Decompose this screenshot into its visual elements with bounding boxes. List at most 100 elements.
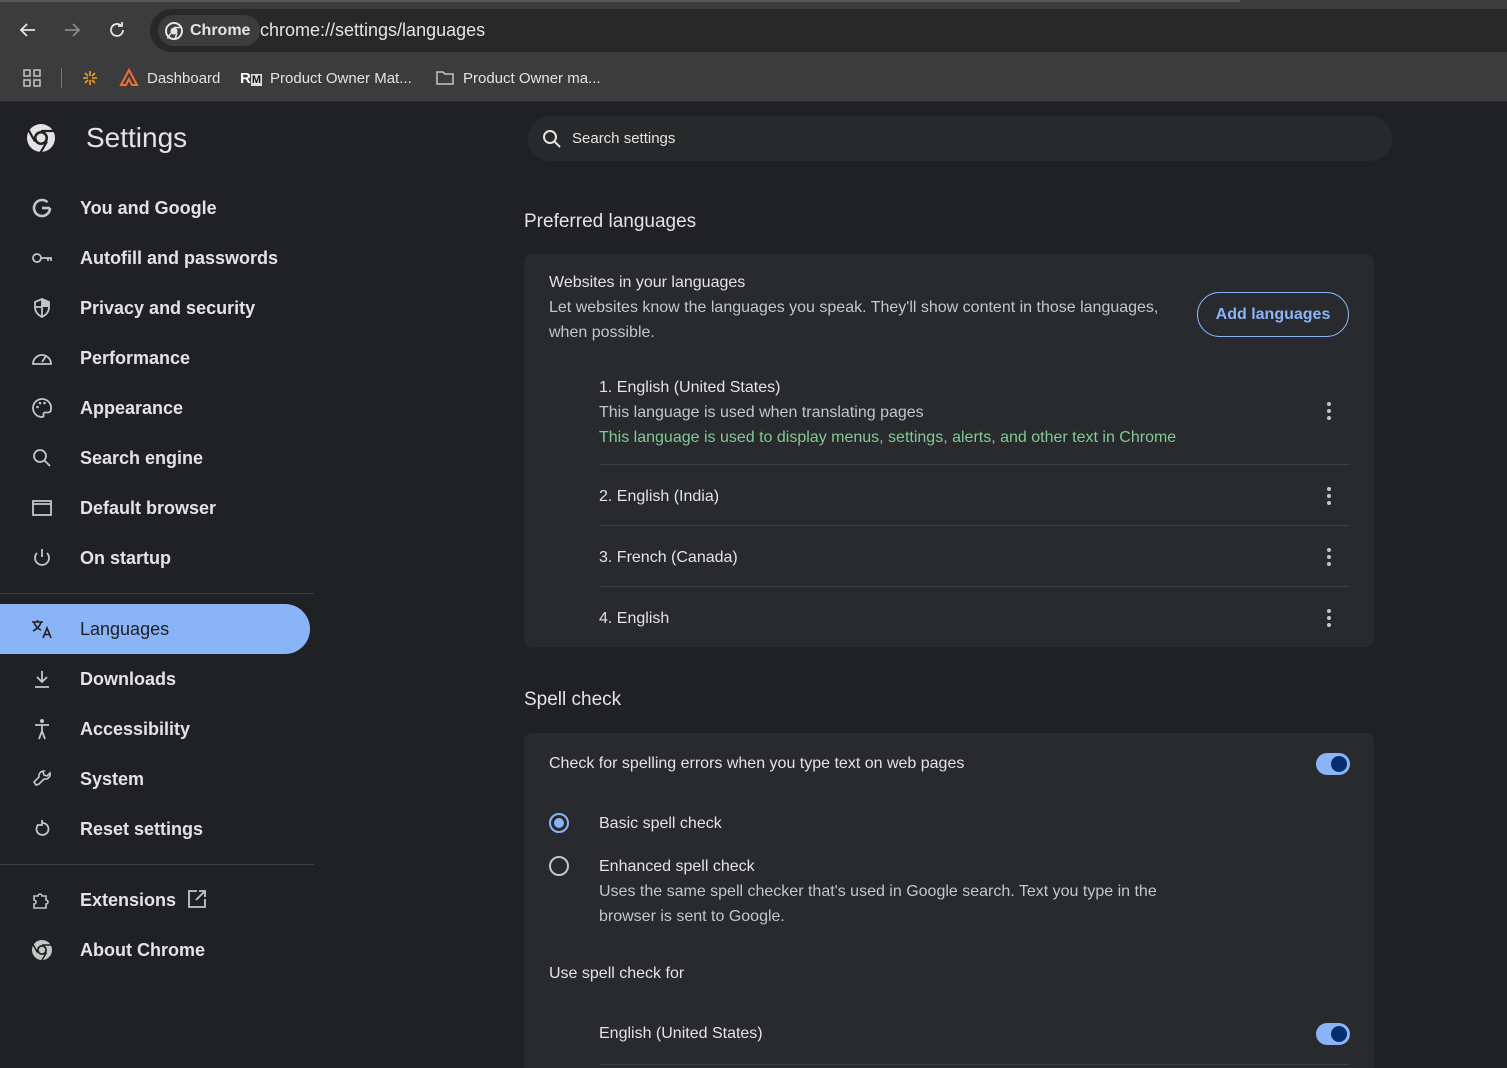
reload-button[interactable] [101, 14, 133, 46]
language-label: 1. English (United States) [599, 379, 781, 396]
enhanced-spell-check-radio[interactable] [549, 856, 569, 876]
sidebar-item-label: On startup [80, 547, 172, 568]
preferred-languages-card: Websites in your languages Let websites … [524, 254, 1374, 647]
spark-logo-icon [83, 71, 97, 85]
use-spell-check-for-label: Use spell check for [549, 965, 685, 982]
address-bar[interactable]: Chrome chrome://settings/languages [150, 9, 1507, 52]
settings-page: Settings You and Google Autofill and pas… [0, 103, 1507, 1068]
accessibility-icon [30, 717, 54, 741]
sidebar-item-privacy[interactable]: Privacy and security [0, 283, 310, 333]
sidebar-item-languages[interactable]: Languages [0, 604, 310, 654]
chrome-logo-icon [165, 21, 183, 40]
sidebar-item-reset-settings[interactable]: Reset settings [0, 804, 310, 854]
row-divider [599, 1064, 1349, 1065]
search-icon [30, 446, 54, 470]
language-label: 2. English (India) [599, 488, 720, 505]
more-vert-icon[interactable] [1319, 484, 1339, 508]
enhanced-spell-check-desc-2: browser is sent to Google. [599, 908, 785, 925]
sidebar-item-default-browser[interactable]: Default browser [0, 483, 310, 533]
sidebar-item-label: Extensions [80, 889, 177, 910]
spell-check-language-toggle[interactable] [1316, 1023, 1350, 1045]
enhanced-spell-check-desc: Uses the same spell checker that's used … [599, 883, 1157, 900]
row-divider [599, 464, 1349, 465]
row-divider [599, 586, 1349, 587]
sidebar-item-you-and-google[interactable]: You and Google [0, 183, 310, 233]
sidebar-item-label: Downloads [80, 668, 177, 689]
more-vert-icon[interactable] [1319, 545, 1339, 569]
sidebar-item-label: Default browser [80, 497, 217, 518]
translate-icon [30, 617, 54, 641]
sidebar-item-extensions[interactable]: Extensions [0, 875, 310, 925]
sidebar-item-label: Languages [80, 618, 170, 639]
sidebar-item-label: You and Google [80, 197, 217, 218]
forward-button[interactable] [56, 14, 88, 46]
language-label: 4. English [599, 610, 670, 627]
apps-grid-icon [23, 69, 41, 87]
sidebar-item-label: Reset settings [80, 818, 204, 839]
basic-spell-check-label: Basic spell check [599, 815, 722, 832]
browser-toolbar: Chrome chrome://settings/languages [0, 0, 1507, 54]
sidebar-item-system[interactable]: System [0, 754, 310, 804]
search-settings-box[interactable] [528, 116, 1392, 161]
sidebar-divider [0, 864, 314, 865]
sidebar-item-label: System [80, 768, 145, 789]
bookmarks-separator [61, 68, 62, 88]
sidebar-item-accessibility[interactable]: Accessibility [0, 704, 310, 754]
bookmark-label: Product Owner ma... [463, 69, 601, 87]
power-icon [30, 546, 54, 570]
google-g-icon [30, 196, 54, 220]
shield-icon [30, 296, 54, 320]
reload-icon [110, 22, 124, 37]
row-divider [599, 525, 1349, 526]
browser-window-icon [30, 496, 54, 520]
add-languages-button[interactable]: Add languages [1197, 292, 1349, 337]
sidebar-item-downloads[interactable]: Downloads [0, 654, 310, 704]
sidebar-item-label: Performance [80, 347, 191, 368]
chrome-logo-icon [30, 938, 54, 962]
site-info-chip[interactable]: Chrome [158, 15, 261, 46]
bookmark-folder-product-owner[interactable]: Product Owner ma... [435, 66, 601, 90]
language-label: 3. French (Canada) [599, 549, 738, 566]
back-button[interactable] [12, 14, 44, 46]
site-chip-label: Chrome [190, 21, 251, 39]
bookmark-label: Product Owner Mat... [270, 69, 412, 87]
language-ui-note: This language is used to display menus, … [599, 429, 1177, 446]
search-input[interactable] [572, 130, 1272, 147]
sidebar-item-performance[interactable]: Performance [0, 333, 310, 383]
websites-languages-title: Websites in your languages [549, 274, 746, 291]
sidebar-item-label: Search engine [80, 447, 204, 468]
bookmark-label: Dashboard [147, 69, 221, 87]
search-icon [543, 129, 561, 148]
download-icon [30, 667, 54, 691]
language-note: This language is used when translating p… [599, 404, 924, 421]
sidebar-item-appearance[interactable]: Appearance [0, 383, 310, 433]
rm-logo-icon: RM [240, 69, 263, 87]
chrome-logo-icon [27, 124, 55, 154]
arrow-right-icon [65, 23, 81, 37]
bookmark-spark[interactable] [80, 66, 100, 90]
sidebar-item-about-chrome[interactable]: About Chrome [0, 925, 310, 975]
dashboard-logo-icon [119, 68, 139, 86]
more-vert-icon[interactable] [1319, 399, 1339, 423]
spell-check-toggle[interactable] [1316, 753, 1350, 775]
folder-icon [436, 71, 454, 85]
spell-check-toggle-label: Check for spelling errors when you type … [549, 755, 965, 772]
sidebar-item-on-startup[interactable]: On startup [0, 533, 310, 583]
apps-button[interactable] [22, 66, 42, 90]
bookmark-dashboard[interactable]: Dashboard [119, 66, 220, 90]
palette-icon [30, 396, 54, 420]
settings-header: Settings [24, 121, 187, 155]
open-in-new-icon [188, 890, 206, 908]
basic-spell-check-radio[interactable] [549, 813, 569, 833]
reset-icon [30, 817, 54, 841]
spell-check-language-label: English (United States) [599, 1025, 763, 1042]
sidebar-item-search-engine[interactable]: Search engine [0, 433, 310, 483]
more-vert-icon[interactable] [1319, 606, 1339, 630]
key-icon [30, 246, 54, 270]
bookmark-product-owner-mat[interactable]: RM Product Owner Mat... [240, 66, 412, 90]
sidebar-item-label: Accessibility [80, 718, 191, 739]
page-title: Settings [86, 122, 188, 153]
sidebar-item-autofill[interactable]: Autofill and passwords [0, 233, 310, 283]
url-text[interactable]: chrome://settings/languages [260, 20, 485, 41]
sidebar-item-label: Privacy and security [80, 297, 256, 318]
